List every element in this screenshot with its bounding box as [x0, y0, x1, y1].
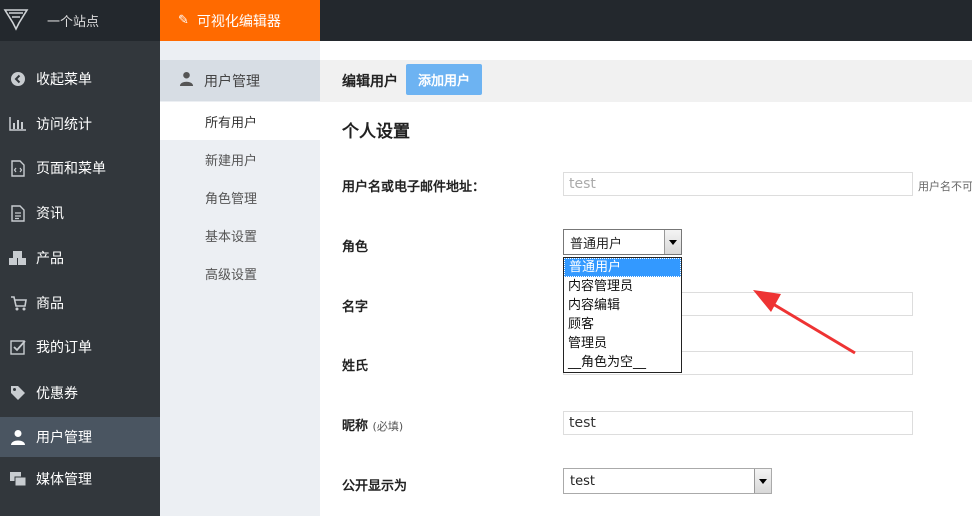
sidebar-item-pages[interactable]: 页面和菜单: [0, 148, 160, 188]
sidebar-item-goods[interactable]: 商品: [0, 283, 160, 323]
sidebar-item-label: 媒体管理: [36, 472, 92, 488]
chevron-down-icon[interactable]: [664, 230, 681, 254]
sidebar-item-news[interactable]: 资讯: [0, 193, 160, 233]
role-option[interactable]: __角色为空__: [564, 353, 681, 372]
sidebar-item-stats[interactable]: 访问统计: [0, 104, 160, 144]
nickname-label: 昵称 (必填): [342, 415, 403, 434]
sidebar-item-label: 我的订单: [36, 340, 92, 356]
sidebar-item-label: 资讯: [36, 206, 64, 222]
display-name-select[interactable]: test: [563, 468, 772, 494]
visual-editor-label: 可视化编辑器: [196, 13, 281, 30]
required-hint: (必填): [372, 420, 404, 433]
subnav-item-basic-settings[interactable]: 基本设置: [160, 216, 320, 254]
role-option[interactable]: 管理员: [564, 334, 681, 353]
section-title: 个人设置: [342, 122, 410, 142]
username-hint: 用户名不可: [918, 180, 972, 193]
sidebar-item-label: 产品: [36, 251, 64, 267]
sidebar-item-label: 访问统计: [36, 117, 92, 133]
sidebar-item-coupons[interactable]: 优惠券: [0, 373, 160, 413]
page-title: 编辑用户: [342, 74, 398, 90]
subnav-item-new-user[interactable]: 新建用户: [160, 140, 320, 178]
chevron-down-icon[interactable]: [754, 469, 771, 493]
sidebar-item-users[interactable]: 用户管理: [0, 417, 160, 457]
subnav-item-advanced-settings[interactable]: 高级设置: [160, 254, 320, 292]
sub-sidebar: 用户管理 所有用户 新建用户 角色管理 基本设置 高级设置: [160, 41, 320, 516]
display-name-value: test: [570, 473, 595, 489]
magic-wand-icon: ✎: [178, 13, 189, 28]
user-icon: [179, 71, 194, 90]
role-option[interactable]: 顾客: [564, 315, 681, 334]
sidebar-item-label: 页面和菜单: [36, 161, 106, 177]
tag-icon: [8, 384, 28, 402]
role-dropdown-list[interactable]: 普通用户 内容管理员 内容编辑 顾客 管理员 __角色为空__: [563, 257, 682, 373]
page-icon: [8, 159, 28, 177]
document-icon: [8, 204, 28, 222]
main-sidebar: 收起菜单 访问统计 页面和菜单 资讯 产品 商品 我的订单 优惠券 用户管理 媒…: [0, 41, 160, 516]
cubes-icon: [8, 249, 28, 267]
top-bar: 一个站点 ✎ 可视化编辑器: [0, 0, 972, 41]
sidebar-item-label: 收起菜单: [36, 72, 92, 88]
subnav-item-roles[interactable]: 角色管理: [160, 178, 320, 216]
sidebar-item-label: 商品: [36, 296, 64, 312]
media-icon: [8, 470, 28, 488]
annotation-arrow-icon: [753, 290, 856, 355]
content-header: 编辑用户 添加用户: [320, 60, 972, 102]
subnav-item-all-users[interactable]: 所有用户: [160, 102, 320, 140]
lastname-label: 姓氏: [342, 359, 369, 374]
firstname-label: 名字: [342, 300, 369, 315]
subnav-header-label: 用户管理: [204, 73, 260, 90]
visual-editor-button[interactable]: ✎ 可视化编辑器: [160, 0, 320, 41]
role-label: 角色: [342, 240, 369, 255]
username-label: 用户名或电子邮件地址：: [342, 180, 486, 195]
main-content: 编辑用户 添加用户 个人设置 用户名或电子邮件地址： test 用户名不可 角色…: [320, 41, 972, 516]
username-field: test: [563, 172, 913, 196]
display-name-label: 公开显示为: [342, 479, 408, 494]
sidebar-item-label: 优惠券: [36, 386, 78, 402]
user-icon: [8, 428, 28, 446]
role-select-value: 普通用户: [570, 236, 623, 252]
site-logo-icon[interactable]: [3, 7, 29, 31]
subnav-header: 用户管理: [160, 60, 320, 101]
sidebar-item-collapse[interactable]: 收起菜单: [0, 59, 160, 99]
role-option[interactable]: 普通用户: [564, 258, 681, 277]
sidebar-item-orders[interactable]: 我的订单: [0, 327, 160, 367]
checkbox-icon: [8, 338, 28, 356]
role-option[interactable]: 内容编辑: [564, 296, 681, 315]
cart-icon: [8, 294, 28, 312]
sidebar-item-media[interactable]: 媒体管理: [0, 459, 160, 499]
sidebar-item-products[interactable]: 产品: [0, 238, 160, 278]
role-select[interactable]: 普通用户: [563, 229, 682, 255]
site-name[interactable]: 一个站点: [47, 11, 99, 30]
role-option[interactable]: 内容管理员: [564, 277, 681, 296]
collapse-icon: [8, 70, 28, 88]
sidebar-item-label: 用户管理: [36, 430, 92, 446]
nickname-field[interactable]: test: [563, 411, 913, 435]
nickname-label-text: 昵称: [342, 419, 369, 434]
add-user-button[interactable]: 添加用户: [406, 64, 482, 95]
bar-chart-icon: [8, 115, 28, 133]
